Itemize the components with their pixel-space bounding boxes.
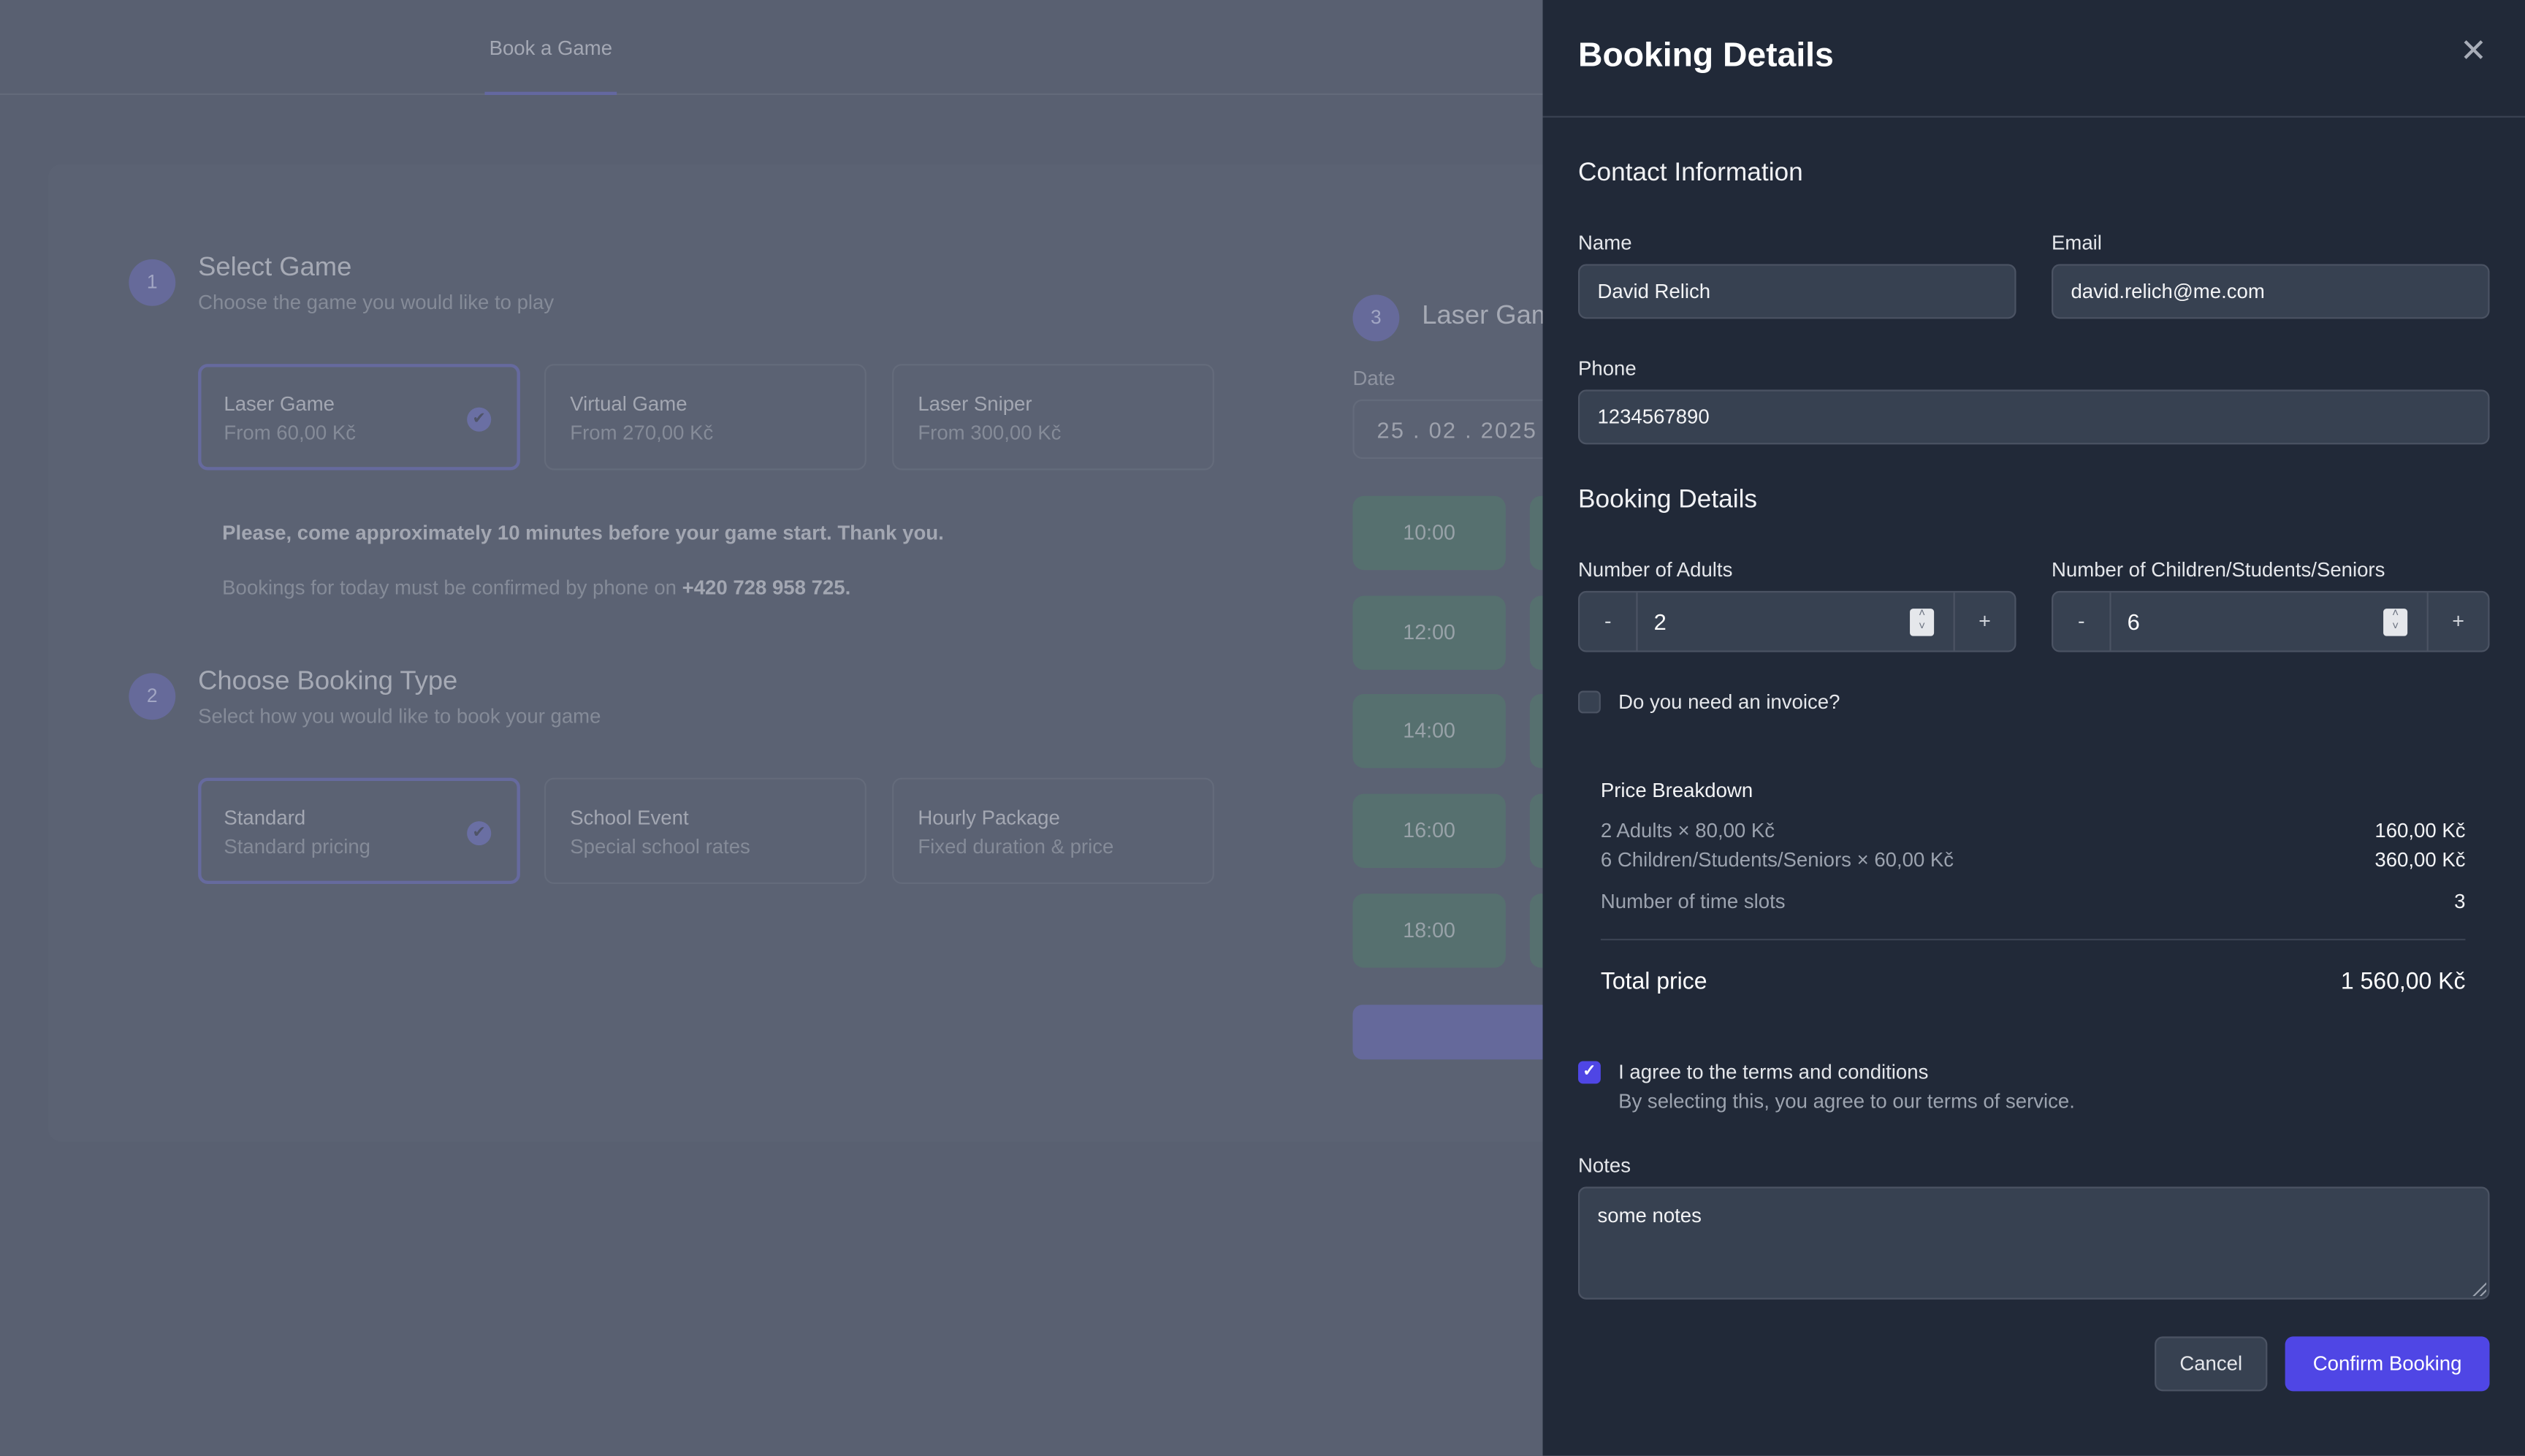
- divider: [1600, 938, 2466, 941]
- contact-section-title: Contact Information: [1578, 159, 1803, 187]
- continue-button[interactable]: [1352, 1005, 1546, 1060]
- booking-type-school-event[interactable]: School Event Special school rates: [544, 777, 867, 885]
- name-field[interactable]: David Relich: [1578, 264, 2016, 319]
- step-subtitle: Choose the game you would like to play: [198, 291, 555, 314]
- option-title: Laser Game: [224, 392, 335, 416]
- booking-type-standard[interactable]: Standard Standard pricing ✔: [198, 777, 520, 885]
- drawer-title: Booking Details: [1578, 37, 1834, 75]
- option-title: Hourly Package: [918, 807, 1060, 830]
- spinner-arrows-icon[interactable]: ˄ ˅: [2383, 609, 2408, 636]
- tab-book-a-game[interactable]: Book a Game: [484, 0, 617, 96]
- phone-number: +420 728 958 725.: [682, 576, 851, 599]
- option-description: Standard pricing: [224, 835, 371, 858]
- adults-label: Number of Adults: [1578, 558, 1733, 582]
- adults-input[interactable]: 2: [1654, 592, 1667, 650]
- option-price: From 270,00 Kč: [570, 422, 714, 445]
- invoice-checkbox[interactable]: [1578, 690, 1601, 714]
- time-slot[interactable]: 16:00: [1352, 793, 1506, 869]
- total-price-value: 1 560,00 Kč: [2340, 969, 2466, 996]
- step-subtitle: Select how you would like to book your g…: [198, 705, 601, 728]
- option-description: Fixed duration & price: [918, 835, 1114, 858]
- option-price: From 60,00 Kč: [224, 422, 357, 445]
- arrival-notice: Please, come approximately 10 minutes be…: [222, 522, 944, 544]
- step-title: Choose Booking Type: [198, 666, 458, 696]
- game-option-virtual-game[interactable]: Virtual Game From 270,00 Kč: [544, 364, 867, 470]
- active-tab-indicator: [484, 91, 617, 96]
- terms-label: I agree to the terms and conditions: [1618, 1061, 1929, 1084]
- time-slot[interactable]: 12:00: [1352, 595, 1506, 670]
- option-title: Virtual Game: [570, 392, 688, 416]
- game-option-laser-game[interactable]: Laser Game From 60,00 Kč ✔: [198, 364, 520, 470]
- invoice-label: Do you need an invoice?: [1618, 690, 1840, 714]
- app-root: Book a Game 1 Select Game Choose the gam…: [0, 0, 2525, 1456]
- booking-section-title: Booking Details: [1578, 486, 1758, 514]
- option-description: Special school rates: [570, 835, 750, 858]
- total-price-label: Total price: [1600, 969, 1707, 996]
- price-breakdown-title: Price Breakdown: [1600, 779, 1753, 802]
- increment-adults-button[interactable]: +: [1953, 592, 2015, 651]
- phone-notice: Bookings for today must be confirmed by …: [222, 576, 850, 599]
- email-label: Email: [2052, 232, 2102, 255]
- check-circle-icon: ✔: [467, 407, 492, 432]
- step-title: Laser Game: [1422, 301, 1542, 330]
- step-number-badge: 3: [1352, 294, 1400, 342]
- option-title: Standard: [224, 807, 306, 830]
- time-slots-label: Number of time slots: [1600, 890, 1786, 913]
- booking-type-hourly-package[interactable]: Hourly Package Fixed duration & price: [892, 777, 1214, 885]
- divider: [1542, 115, 2525, 118]
- booking-details-drawer: Booking Details ✕ Contact Information Na…: [1542, 0, 2525, 1456]
- price-line-label: 2 Adults × 80,00 Kč: [1600, 819, 1775, 842]
- spinner-arrows-icon[interactable]: ˄ ˅: [1910, 609, 1935, 636]
- time-slots-value: 3: [2454, 890, 2466, 913]
- close-icon[interactable]: ✕: [2457, 35, 2489, 67]
- terms-sublabel: By selecting this, you agree to our term…: [1618, 1090, 2075, 1113]
- option-title: Laser Sniper: [918, 392, 1032, 416]
- check-circle-icon: ✔: [467, 821, 492, 846]
- adults-stepper: - 2 ˄ ˅ +: [1578, 590, 2016, 652]
- time-slot[interactable]: 10:00: [1352, 495, 1506, 571]
- option-price: From 300,00 Kč: [918, 422, 1062, 445]
- time-slot[interactable]: 18:00: [1352, 893, 1506, 968]
- name-label: Name: [1578, 232, 1632, 255]
- price-line-value: 360,00 Kč: [2374, 848, 2466, 872]
- top-navigation: Book a Game: [0, 0, 1543, 96]
- children-stepper: - 6 ˄ ˅ +: [2052, 590, 2490, 652]
- phone-label: Phone: [1578, 357, 1637, 381]
- decrement-children-button[interactable]: -: [2053, 592, 2111, 651]
- terms-checkbox[interactable]: ✓: [1578, 1061, 1601, 1084]
- step-number-badge: 1: [129, 259, 176, 306]
- step-title: Select Game: [198, 253, 352, 282]
- cancel-button[interactable]: Cancel: [2155, 1336, 2268, 1392]
- option-title: School Event: [570, 807, 689, 830]
- notes-label: Notes: [1578, 1154, 1631, 1178]
- increment-children-button[interactable]: +: [2426, 592, 2488, 651]
- game-option-laser-sniper[interactable]: Laser Sniper From 300,00 Kč: [892, 364, 1214, 470]
- children-input[interactable]: 6: [2128, 592, 2140, 650]
- tab-label: Book a Game: [489, 37, 613, 60]
- phone-notice-text: Bookings for today must be confirmed by …: [222, 576, 682, 599]
- price-line-value: 160,00 Kč: [2374, 819, 2466, 842]
- confirm-booking-button[interactable]: Confirm Booking: [2285, 1336, 2490, 1392]
- step-number-badge: 2: [129, 673, 176, 720]
- email-field[interactable]: david.relich@me.com: [2052, 264, 2490, 319]
- time-slot[interactable]: 14:00: [1352, 693, 1506, 769]
- phone-field[interactable]: 1234567890: [1578, 389, 2490, 445]
- date-label: Date: [1352, 367, 1395, 390]
- decrement-adults-button[interactable]: -: [1580, 592, 1638, 651]
- price-line-label: 6 Children/Students/Seniors × 60,00 Kč: [1600, 848, 1954, 872]
- notes-textarea[interactable]: some notes: [1578, 1186, 2490, 1300]
- children-label: Number of Children/Students/Seniors: [2052, 558, 2385, 582]
